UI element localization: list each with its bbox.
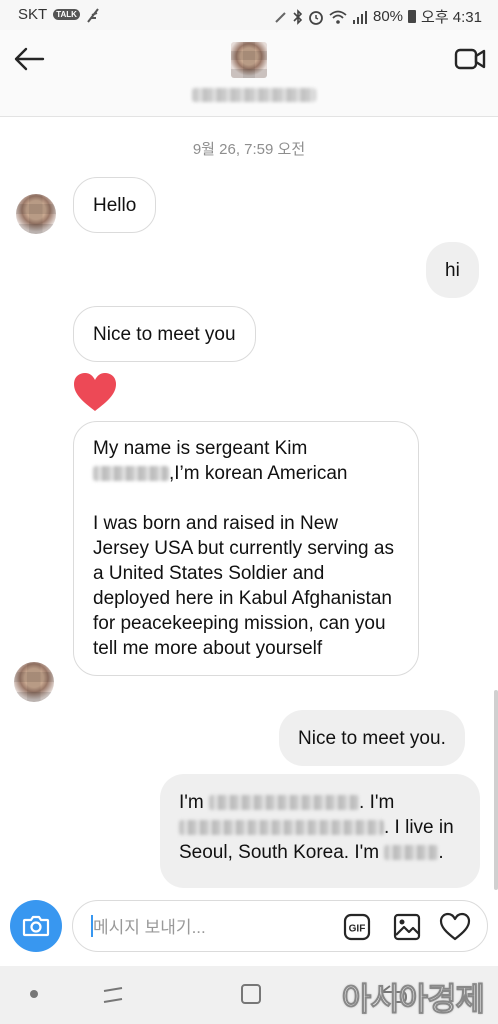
recent-apps-icon[interactable] <box>100 982 126 1008</box>
message-text: Nice to meet you. <box>298 727 446 749</box>
watermark: 아시아경제 <box>341 981 485 1018</box>
sender-avatar[interactable] <box>16 194 56 234</box>
battery-icon <box>408 10 417 23</box>
message-bubble-sent[interactable]: Nice to meet you. <box>279 710 465 766</box>
message-input-container[interactable]: GIF <box>72 900 488 952</box>
sender-avatar[interactable] <box>14 662 54 702</box>
message-input[interactable] <box>91 915 315 941</box>
message-text: Seoul, South Korea. I'm <box>179 842 380 863</box>
feather-notification-icon <box>87 7 99 23</box>
message-bubble-sent[interactable]: hi <box>426 242 479 298</box>
chat-header <box>0 30 498 117</box>
message-bubble-received[interactable]: Hello <box>73 177 157 233</box>
redacted-name <box>93 466 169 482</box>
scrollbar[interactable] <box>494 690 498 890</box>
message-text: Hello <box>93 194 137 216</box>
message-text: ,I’m korean American <box>169 463 348 484</box>
message-composer: GIF <box>0 890 498 966</box>
battery-percent: 80% <box>373 8 404 25</box>
message-text: . <box>438 842 444 863</box>
heart-icon[interactable] <box>72 371 118 413</box>
nav-dot-icon <box>30 990 38 998</box>
message-bubble-sent[interactable]: I'm . I'm . I live in Seoul, South Korea… <box>160 774 480 888</box>
clock: 오후 4:31 <box>421 9 482 26</box>
redacted-age <box>384 845 439 861</box>
camera-icon <box>22 915 50 937</box>
message-text: . I'm <box>359 792 395 813</box>
message-text: Nice to meet you <box>93 323 236 345</box>
message-bubble-received[interactable]: Nice to meet you <box>73 306 256 362</box>
signal-icon <box>353 10 367 24</box>
system-nav-bar: 아시아경제 <box>0 966 498 1024</box>
kakaotalk-notification-icon: TALK <box>53 9 80 20</box>
text-cursor <box>91 915 93 937</box>
message-line: ,I’m korean American <box>93 461 399 486</box>
redacted-name <box>209 795 360 811</box>
alarm-icon <box>309 10 323 25</box>
message-text: I'm <box>179 792 204 813</box>
heart-outline-icon[interactable] <box>439 912 471 942</box>
camera-button[interactable] <box>10 900 62 952</box>
gif-icon[interactable]: GIF <box>343 913 371 941</box>
contact-avatar[interactable] <box>231 42 267 78</box>
pencil-icon <box>275 11 286 23</box>
message-bubble-received[interactable]: My name is sergeant Kim ,I’m korean Amer… <box>73 421 419 676</box>
message-text: hi <box>445 259 460 281</box>
status-bar: SKT TALK 80% 오후 4:31 <box>0 0 498 30</box>
bluetooth-icon <box>293 8 303 25</box>
wifi-icon <box>329 10 347 24</box>
carrier-label: SKT <box>18 6 48 23</box>
message-timestamp: 9월 26, 7:59 오전 <box>192 141 306 158</box>
message-line: My name is sergeant Kim <box>93 438 308 459</box>
redacted-occupation <box>179 820 384 836</box>
message-paragraph: I was born and raised in New Jersey USA … <box>93 513 394 659</box>
video-camera-icon[interactable] <box>454 44 486 74</box>
message-text: . I live in <box>384 817 454 838</box>
svg-text:GIF: GIF <box>349 924 366 935</box>
home-icon[interactable] <box>240 983 262 1005</box>
photo-icon[interactable] <box>393 913 421 941</box>
contact-name-redacted[interactable] <box>192 88 316 102</box>
arrow-left-icon[interactable] <box>12 44 46 74</box>
